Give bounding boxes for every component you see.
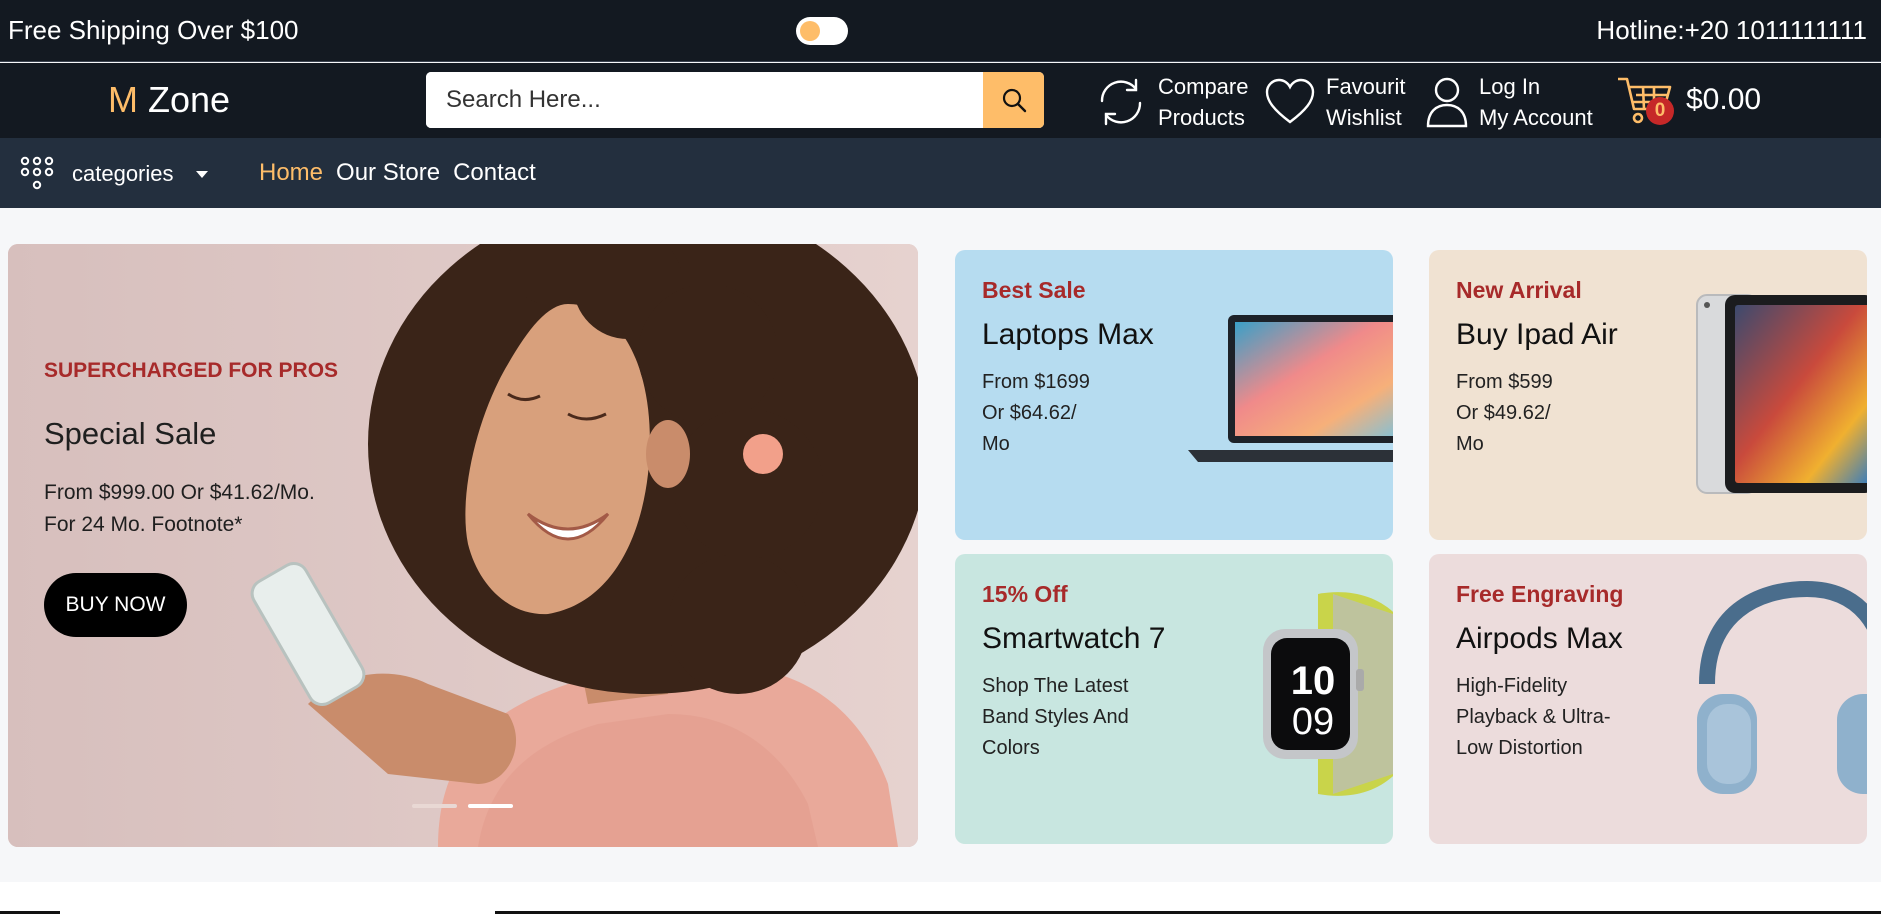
compare-line2: Products xyxy=(1158,105,1245,130)
hero-woman-image xyxy=(8,244,918,847)
carousel-dot-2[interactable] xyxy=(468,804,513,808)
card-line: Colors xyxy=(982,737,1040,759)
card-tag: Best Sale xyxy=(982,277,1086,303)
cart-icon-wrap: 0 xyxy=(1616,73,1674,127)
ipad-image xyxy=(1696,294,1867,494)
wishlist-line1: Favourit xyxy=(1326,74,1406,99)
buy-now-button[interactable]: BUY NOW xyxy=(44,573,187,637)
categories-dropdown[interactable]: categories xyxy=(20,156,208,192)
hero-description: From $999.00 Or $41.62/Mo. For 24 Mo. Fo… xyxy=(44,477,344,541)
card-tag: New Arrival xyxy=(1456,277,1582,303)
hotline-text: Hotline:+20 1011111111 xyxy=(1596,15,1867,45)
user-icon xyxy=(1426,77,1468,128)
card-description: High-Fidelity Playback & Ultra- Low Dist… xyxy=(1456,671,1646,764)
laptop-image xyxy=(1188,315,1393,462)
card-line: Mo xyxy=(982,433,1010,455)
account-link[interactable]: Log In My Account xyxy=(1425,71,1593,133)
wishlist-line2: Wishlist xyxy=(1326,105,1402,130)
promo-card-laptops[interactable]: Best Sale Laptops Max From $1699 Or $64.… xyxy=(955,250,1393,540)
nav-bar: categories Home Our Store Contact xyxy=(0,138,1881,208)
grid-dots-icon xyxy=(20,156,54,190)
card-line: From $1699 xyxy=(982,371,1090,393)
search-button[interactable] xyxy=(983,72,1044,128)
carousel-dot-1[interactable] xyxy=(412,804,457,808)
theme-toggle[interactable] xyxy=(796,17,848,45)
promo-card-airpods[interactable]: Free Engraving Airpods Max High-Fidelity… xyxy=(1429,554,1867,844)
compare-line1: Compare xyxy=(1158,74,1249,99)
nav-link-our-store[interactable]: Our Store xyxy=(336,159,440,187)
main-menu: Home Our Store Contact xyxy=(259,159,549,187)
free-shipping-text: Free Shipping Over $100 xyxy=(8,15,299,45)
compare-icon xyxy=(1100,78,1142,126)
smartwatch-image: 10 09 xyxy=(1263,592,1393,796)
hero-desc-line1: From $999.00 Or $41.62/Mo. xyxy=(44,481,315,504)
promo-card-ipad[interactable]: New Arrival Buy Ipad Air From $599 Or $4… xyxy=(1429,250,1867,540)
card-description: Shop The Latest Band Styles And Colors xyxy=(982,671,1172,764)
hero-banner: SUPERCHARGED FOR PROS Special Sale From … xyxy=(8,244,918,847)
card-title: Buy Ipad Air xyxy=(1456,318,1618,351)
card-line: Low Distortion xyxy=(1456,737,1583,759)
nav-link-home[interactable]: Home xyxy=(259,159,323,187)
hero-title: Special Sale xyxy=(44,416,217,451)
card-line: High-Fidelity xyxy=(1456,675,1568,697)
logo-letter: M xyxy=(108,79,138,120)
account-line1: Log In xyxy=(1479,74,1541,99)
cart-total: $0.00 xyxy=(1686,83,1762,116)
card-line: Mo xyxy=(1456,433,1484,455)
watch-minute: 09 xyxy=(1292,701,1334,743)
search-icon xyxy=(1002,88,1026,113)
cart-count-badge: 0 xyxy=(1646,97,1674,125)
card-line: From $599 xyxy=(1456,371,1553,393)
card-line: Or $49.62/ xyxy=(1456,402,1551,424)
account-line2: My Account xyxy=(1479,105,1593,130)
card-tag: Free Engraving xyxy=(1456,581,1624,607)
hero-tag: SUPERCHARGED FOR PROS xyxy=(44,359,339,382)
card-description: From $599 Or $49.62/ Mo xyxy=(1456,367,1646,460)
site-logo[interactable]: M Zone xyxy=(108,79,230,121)
card-title: Laptops Max xyxy=(982,318,1154,351)
compare-products-link[interactable]: Compare Products xyxy=(1094,71,1248,133)
promo-card-smartwatch[interactable]: 15% Off Smartwatch 7 Shop The Latest Ban… xyxy=(955,554,1393,844)
card-line: Or $64.62/ xyxy=(982,402,1077,424)
watch-hour: 10 xyxy=(1291,659,1336,703)
card-description: From $1699 Or $64.62/ Mo xyxy=(982,367,1172,460)
card-line: Band Styles And xyxy=(982,706,1129,728)
page-bottom-edge xyxy=(0,882,1881,914)
main-header: M Zone CompareProducts FavouritWishlist … xyxy=(0,63,1881,138)
heart-icon xyxy=(1265,78,1315,124)
headphones-image xyxy=(1697,580,1867,794)
wishlist-link[interactable]: Favourit Wishlist xyxy=(1264,71,1405,133)
cart-link[interactable]: 0 $0.00 xyxy=(1616,73,1761,127)
top-strip: Free Shipping Over $100 Hotline:+20 1011… xyxy=(0,0,1881,62)
card-line: Playback & Ultra- xyxy=(1456,706,1611,728)
search-input[interactable] xyxy=(426,72,983,128)
card-tag: 15% Off xyxy=(982,581,1068,607)
categories-label: categories xyxy=(72,161,174,186)
logo-text: Zone xyxy=(138,79,231,120)
card-line: Shop The Latest xyxy=(982,675,1129,697)
nav-link-contact[interactable]: Contact xyxy=(453,159,536,187)
hero-desc-line2: For 24 Mo. Footnote* xyxy=(44,513,243,536)
toggle-knob xyxy=(800,21,820,41)
search-bar xyxy=(426,72,1044,128)
card-title: Airpods Max xyxy=(1456,622,1623,655)
caret-down-icon xyxy=(195,170,208,178)
card-title: Smartwatch 7 xyxy=(982,622,1166,655)
